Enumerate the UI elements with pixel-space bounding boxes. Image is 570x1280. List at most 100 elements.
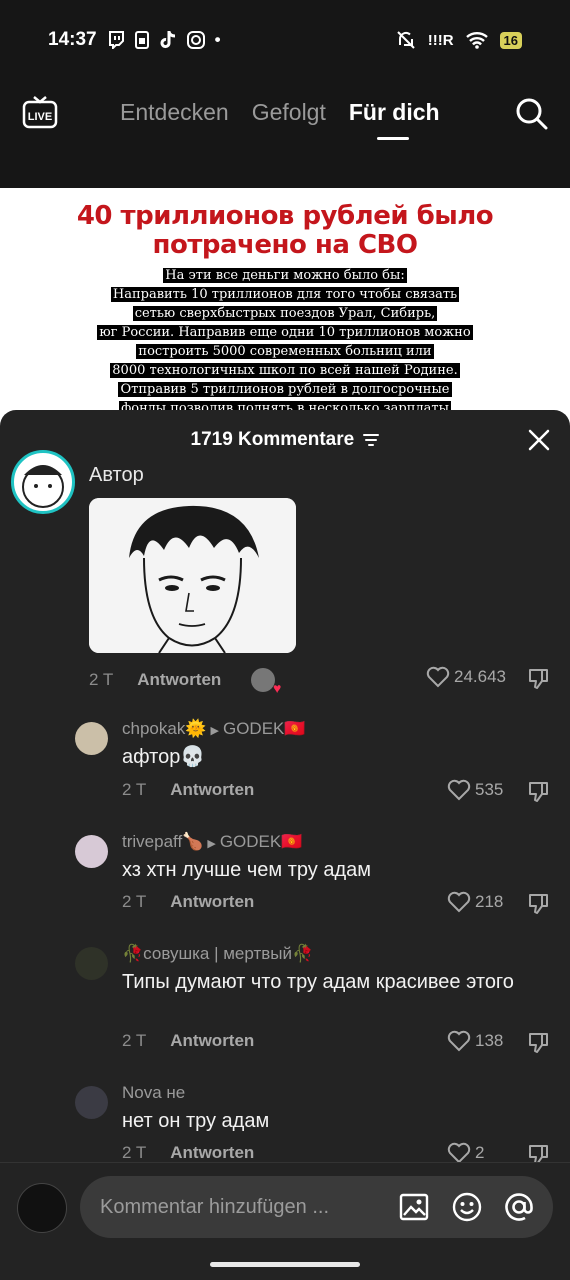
- reply-time: 2 T: [122, 1143, 147, 1162]
- poster-line-2: Направить 10 триллионов для того чтобы с…: [110, 287, 460, 302]
- reply-avatar[interactable]: [75, 947, 108, 980]
- dislike-icon[interactable]: [527, 780, 551, 804]
- tab-entdecken[interactable]: Entdecken: [120, 99, 229, 126]
- reply-time: 2 T: [122, 1031, 147, 1050]
- reply-username[interactable]: 🥀совушка | мертвый🥀: [122, 944, 313, 963]
- reply-to-arrow-icon: ▶: [210, 725, 219, 737]
- twitch-icon: [108, 31, 124, 49]
- status-right: !!!R 16: [396, 30, 522, 50]
- reply-like[interactable]: 138: [447, 1030, 503, 1052]
- search-icon[interactable]: [515, 97, 549, 131]
- reply-to-username[interactable]: GODEK🇰🇬: [223, 719, 306, 738]
- feed-tabs: Entdecken Gefolgt Für dich: [120, 99, 440, 140]
- comments-header: 1719 Kommentare: [0, 410, 570, 470]
- heart-badge-icon: ♥: [273, 680, 282, 696]
- status-time: 14:37: [48, 29, 97, 50]
- mute-icon: [396, 31, 415, 49]
- tiktok-icon: [160, 31, 175, 49]
- heart-icon: [447, 1030, 471, 1052]
- main-comment-like[interactable]: 24.643: [426, 666, 506, 688]
- status-app-icons: •: [107, 30, 221, 50]
- poster-line-4: юг России. Направив еще одни 10 триллион…: [97, 325, 473, 340]
- reply-like-count: 138: [475, 1031, 504, 1050]
- reply-text: хз хтн лучше чем тру адам: [122, 859, 371, 881]
- comments-sheet: 1719 Kommentare Автор 2 T Antworten ♥ 24…: [0, 410, 570, 1280]
- poster-line-1: На эти все деньги можно было бы:: [163, 268, 407, 283]
- heart-icon: [447, 891, 471, 913]
- heart-icon: [447, 1142, 471, 1164]
- wifi-icon: [465, 32, 488, 49]
- poster-headline-line-2: потрачено на СВО: [152, 230, 418, 260]
- reply-to-arrow-icon: ▶: [207, 838, 216, 850]
- live-label: LIVE: [28, 111, 52, 123]
- poster-line-6: 8000 технологичных школ по всей нашей Ро…: [110, 363, 460, 378]
- reply-like[interactable]: 535: [447, 779, 503, 801]
- reply-time: 2 T: [122, 780, 147, 799]
- reply-avatar[interactable]: [75, 835, 108, 868]
- video-frame[interactable]: 40 триллионов рублей было потрачено на С…: [0, 188, 570, 428]
- instagram-icon: [186, 31, 205, 49]
- reply-avatar[interactable]: [75, 722, 108, 755]
- comment-input[interactable]: [100, 1176, 400, 1238]
- live-icon[interactable]: LIVE: [22, 95, 58, 129]
- reply-meta: 2 T Antworten: [122, 1143, 254, 1163]
- heart-icon: [447, 779, 471, 801]
- emoji-icon[interactable]: [452, 1192, 482, 1222]
- top-navigation: LIVE Entdecken Gefolgt Für dich: [0, 85, 570, 145]
- reply-button[interactable]: Antworten: [170, 892, 254, 912]
- reply-like[interactable]: 2: [447, 1142, 484, 1164]
- reply-avatar[interactable]: [75, 1086, 108, 1119]
- poster-headline-line-1: 40 триллионов рублей было: [76, 201, 494, 231]
- main-comment-time: 2 T: [89, 670, 114, 689]
- dislike-icon[interactable]: [527, 667, 551, 691]
- dislike-icon[interactable]: [527, 1031, 551, 1055]
- reply-meta: 2 T Antworten: [122, 1031, 254, 1051]
- reply-text: афтор💀: [122, 746, 206, 768]
- mention-icon[interactable]: [504, 1192, 534, 1222]
- home-indicator[interactable]: [210, 1262, 360, 1267]
- reply-username[interactable]: chpokak🌞: [122, 719, 207, 738]
- poster-line-3: сетью сверхбыстрых поездов Урал, Сибирь,: [132, 306, 438, 321]
- reply-like-count: 535: [475, 780, 504, 799]
- reply-username[interactable]: trivepaff🍗: [122, 832, 203, 851]
- reply-text: Типы думают что тру адам красивее этого: [122, 971, 514, 993]
- main-comment-reply-button[interactable]: Antworten: [137, 670, 221, 690]
- sort-filter-icon[interactable]: [363, 433, 380, 447]
- poster-body: На эти все деньги можно было бы: Направи…: [0, 266, 570, 418]
- reply-button[interactable]: Antworten: [170, 780, 254, 800]
- reply-meta: 2 T Antworten: [122, 780, 254, 800]
- reply-like[interactable]: 218: [447, 891, 503, 913]
- image-icon[interactable]: [399, 1192, 429, 1222]
- reply-button[interactable]: Antworten: [170, 1143, 254, 1163]
- reply-username-line[interactable]: trivepaff🍗 ▶ GODEK🇰🇬: [122, 832, 302, 852]
- reply-username[interactable]: Nova не: [122, 1083, 185, 1102]
- poster-line-5: построить 5000 современных больниц или: [136, 344, 434, 359]
- reply-username-line[interactable]: chpokak🌞 ▶ GODEK🇰🇬: [122, 719, 306, 739]
- reply-to-username[interactable]: GODEK🇰🇬: [220, 832, 303, 851]
- heart-icon: [426, 666, 450, 688]
- creator-liked-avatar: ♥: [251, 668, 281, 696]
- reply-like-count: 218: [475, 892, 504, 911]
- tab-gefolgt[interactable]: Gefolgt: [252, 99, 326, 126]
- status-bar: 14:37 • !!!R 16: [0, 0, 570, 80]
- poster-line-7: Отправив 5 триллионов рублей в долгосроч…: [118, 382, 452, 397]
- author-avatar[interactable]: [11, 450, 75, 514]
- dislike-icon[interactable]: [527, 892, 551, 916]
- reply-button[interactable]: Antworten: [170, 1031, 254, 1051]
- reply-like-count: 2: [475, 1143, 485, 1162]
- close-icon[interactable]: [528, 429, 550, 451]
- signal-text: !!!R: [427, 31, 454, 49]
- reply-meta: 2 T Antworten: [122, 892, 254, 912]
- my-avatar[interactable]: [17, 1183, 67, 1233]
- comment-sticker-image[interactable]: [89, 498, 296, 653]
- comment-author-label[interactable]: Автор: [89, 464, 144, 487]
- sim-icon: [134, 31, 149, 49]
- status-dot: •: [214, 30, 221, 49]
- main-comment-meta: 2 T Antworten ♥: [89, 668, 281, 696]
- battery-level: 16: [499, 31, 522, 49]
- comment-input-box[interactable]: [80, 1176, 553, 1238]
- reply-username-line[interactable]: 🥀совушка | мертвый🥀: [122, 944, 313, 964]
- main-comment-like-count: 24.643: [454, 667, 506, 686]
- tab-fuer-dich[interactable]: Für dich: [349, 99, 440, 140]
- reply-username-line[interactable]: Nova не: [122, 1083, 185, 1103]
